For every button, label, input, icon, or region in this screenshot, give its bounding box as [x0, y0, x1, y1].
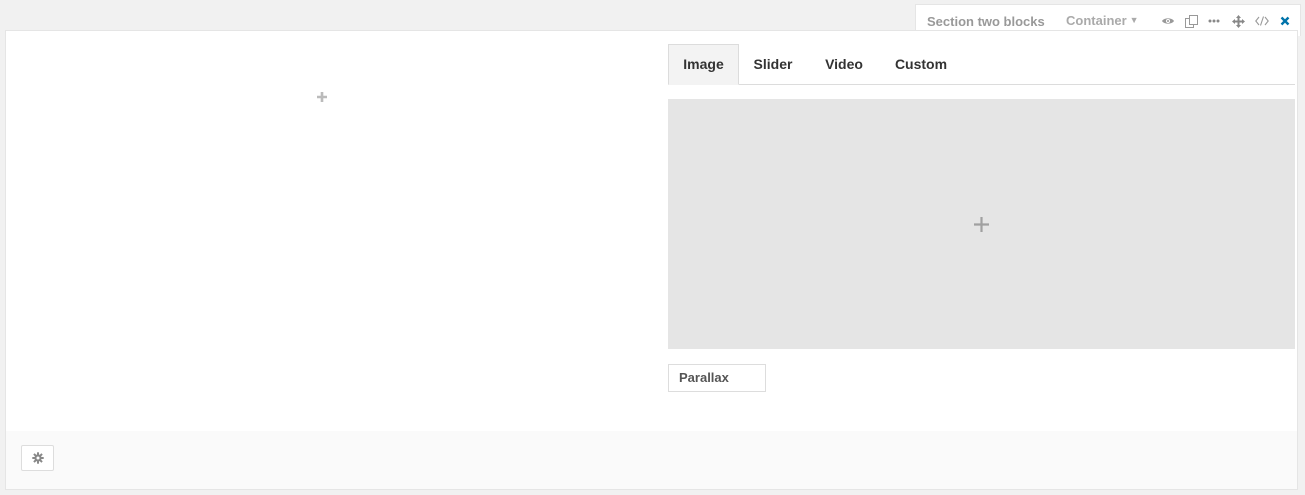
- code-icon[interactable]: [1255, 14, 1269, 28]
- media-tabs: Image Slider Video Custom: [668, 44, 1295, 85]
- section-title: Section two blocks: [927, 14, 1045, 29]
- eye-icon[interactable]: [1161, 14, 1175, 28]
- more-icon[interactable]: [1207, 14, 1221, 28]
- tab-slider[interactable]: Slider: [748, 44, 798, 84]
- parallax-button[interactable]: Parallax: [668, 364, 766, 392]
- container-dropdown[interactable]: Container ▼: [1066, 13, 1139, 28]
- container-dropdown-label: Container: [1066, 13, 1127, 28]
- caret-down-icon: ▼: [1129, 15, 1139, 25]
- tab-image[interactable]: Image: [668, 44, 739, 85]
- close-icon[interactable]: [1278, 14, 1292, 28]
- settings-button[interactable]: [21, 445, 54, 471]
- section-panel: Image Slider Video Custom Parallax: [5, 30, 1298, 490]
- duplicate-icon[interactable]: [1184, 14, 1198, 28]
- image-dropzone[interactable]: [668, 99, 1295, 349]
- add-image-plus-icon: [973, 216, 990, 233]
- move-icon[interactable]: [1231, 14, 1245, 28]
- add-block-plus-icon[interactable]: [315, 90, 329, 104]
- tab-video[interactable]: Video: [819, 44, 869, 84]
- panel-footer: [6, 431, 1297, 489]
- tab-custom[interactable]: Custom: [890, 44, 952, 84]
- gear-icon: [31, 452, 44, 464]
